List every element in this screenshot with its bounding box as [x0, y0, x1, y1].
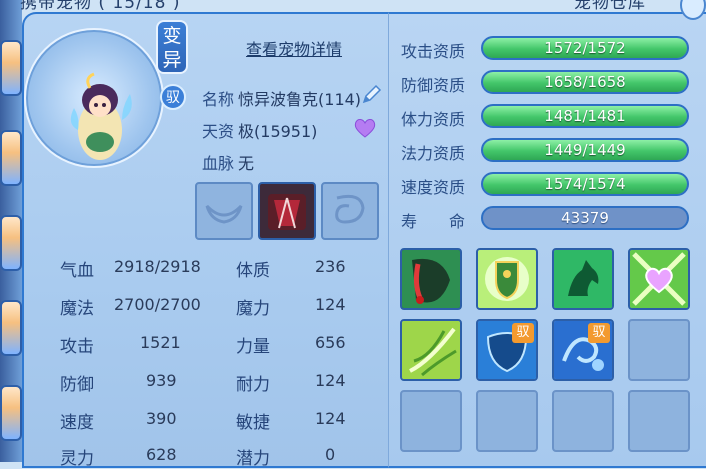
carried-pets-title: 携带宠物 ( 15/18 ) [20, 0, 181, 13]
pet-name-label: 名称 [202, 90, 235, 109]
aptitude-bar-speed: 1574/1574 [481, 172, 689, 196]
skill-slot-8-empty[interactable] [628, 319, 690, 381]
lifespan-value: 43379 [561, 209, 609, 227]
view-pet-details-link[interactable]: 查看宠物详情 [246, 36, 342, 60]
pet-talent-value: 极(15951) [238, 122, 318, 141]
skill-slot-3[interactable] [552, 248, 614, 310]
stat-value-spirit: 628 [146, 445, 177, 464]
skill-slot-6[interactable]: 驭 [476, 319, 538, 381]
pet-list-portrait[interactable] [0, 385, 22, 441]
pet-talent-row: 天资 极(15951) [202, 118, 317, 142]
shield-crest-skill-icon [478, 250, 536, 308]
pet-storage-title[interactable]: 宠物仓库 [574, 0, 646, 13]
pet-list-portrait[interactable] [0, 130, 22, 186]
stat-label-endurance: 耐力 [236, 375, 270, 395]
stat-value-potential: 0 [325, 445, 336, 464]
stat-label-strength: 力量 [236, 337, 270, 357]
aptitude-label-attack: 攻击资质 [401, 42, 466, 61]
blood-drop-skill-icon [402, 250, 460, 308]
equip-slot-accessory[interactable] [321, 182, 379, 240]
lifespan-label: 寿 命 [401, 212, 466, 231]
aptitude-bar-mana: 1449/1449 [481, 138, 689, 162]
horse-skill-icon [554, 250, 612, 308]
skill-slot-2[interactable] [476, 248, 538, 310]
aptitude-value-attack: 1572/1572 [544, 39, 626, 57]
variant-badge: 变异 [156, 20, 188, 74]
feather-wind-skill-icon [402, 321, 460, 379]
ride-skill-badge: 驭 [588, 323, 610, 343]
pet-list-portrait[interactable] [0, 300, 22, 356]
aptitude-bar-attack: 1572/1572 [481, 36, 689, 60]
equip-slot-armor[interactable] [258, 182, 316, 240]
aptitude-label-stamina: 体力资质 [401, 110, 466, 129]
accessory-placeholder-icon [335, 194, 365, 224]
heart-burst-skill-icon [630, 250, 688, 308]
aptitude-value-stamina: 1481/1481 [544, 107, 626, 125]
pet-figure-icon [70, 72, 132, 160]
aptitude-label-defense: 防御资质 [401, 76, 466, 95]
skill-slot-5[interactable] [400, 319, 462, 381]
collar-placeholder-icon [205, 204, 243, 224]
skill-slot-1[interactable] [400, 248, 462, 310]
stat-value-defense: 939 [146, 371, 177, 390]
stat-value-mp: 2700/2700 [114, 295, 201, 314]
pet-bloodline-label: 血脉 [202, 154, 235, 173]
equip-slot-collar[interactable] [195, 182, 253, 240]
skill-slot-4[interactable] [628, 248, 690, 310]
stat-value-speed: 390 [146, 409, 177, 428]
stat-label-mp: 魔法 [60, 299, 94, 319]
stat-label-spirit: 灵力 [60, 449, 94, 469]
pet-status-window: 携带宠物 ( 15/18 ) 宠物仓库 变异 驭 查看宠物详情 名称 惊异波鲁克(… [0, 0, 706, 469]
aptitude-bar-defense: 1658/1658 [481, 70, 689, 94]
stat-label-magic: 魔力 [236, 299, 270, 319]
armor-equipped-icon [268, 194, 306, 230]
pet-bloodline-row: 血脉无 [202, 150, 254, 174]
aptitude-label-mana: 法力资质 [401, 144, 466, 163]
stat-label-potential: 潜力 [236, 449, 270, 469]
ride-skill-badge: 驭 [512, 323, 534, 343]
pet-name-row: 名称 惊异波鲁克(114) [202, 86, 361, 110]
pet-list-strip [0, 0, 22, 462]
stat-value-magic: 124 [315, 295, 346, 314]
stat-label-defense: 防御 [60, 375, 94, 395]
aptitude-bar-stamina: 1481/1481 [481, 104, 689, 128]
stat-label-hp: 气血 [60, 261, 94, 281]
skill-slot-10-empty[interactable] [476, 390, 538, 452]
stat-value-attack: 1521 [140, 333, 181, 352]
pet-name-value: 惊异波鲁克(114) [238, 90, 362, 109]
aptitude-value-mana: 1449/1449 [544, 141, 626, 159]
aptitude-label-speed: 速度资质 [401, 178, 466, 197]
pet-talent-label: 天资 [202, 122, 235, 141]
stat-label-constitution: 体质 [236, 261, 270, 281]
stat-label-agility: 敏捷 [236, 413, 270, 433]
stat-label-speed: 速度 [60, 413, 94, 433]
stat-value-agility: 124 [315, 409, 346, 428]
pet-list-portrait[interactable] [0, 215, 22, 271]
lifespan-bar: 43379 [481, 206, 689, 230]
ride-badge: 驭 [160, 84, 186, 110]
stat-value-strength: 656 [315, 333, 346, 352]
aptitude-value-defense: 1658/1658 [544, 73, 626, 91]
stat-label-attack: 攻击 [60, 337, 94, 357]
skill-slot-12-empty[interactable] [628, 390, 690, 452]
skill-slot-11-empty[interactable] [552, 390, 614, 452]
stat-value-constitution: 236 [315, 257, 346, 276]
pet-bloodline-value: 无 [238, 154, 255, 173]
stat-value-endurance: 124 [315, 371, 346, 390]
skill-slot-9-empty[interactable] [400, 390, 462, 452]
rename-pencil-icon[interactable] [360, 84, 382, 106]
aptitude-value-speed: 1574/1574 [544, 175, 626, 193]
purple-heart-icon [354, 119, 376, 138]
stat-value-hp: 2918/2918 [114, 257, 201, 276]
skill-slot-7[interactable]: 驭 [552, 319, 614, 381]
pet-list-portrait[interactable] [0, 40, 22, 96]
